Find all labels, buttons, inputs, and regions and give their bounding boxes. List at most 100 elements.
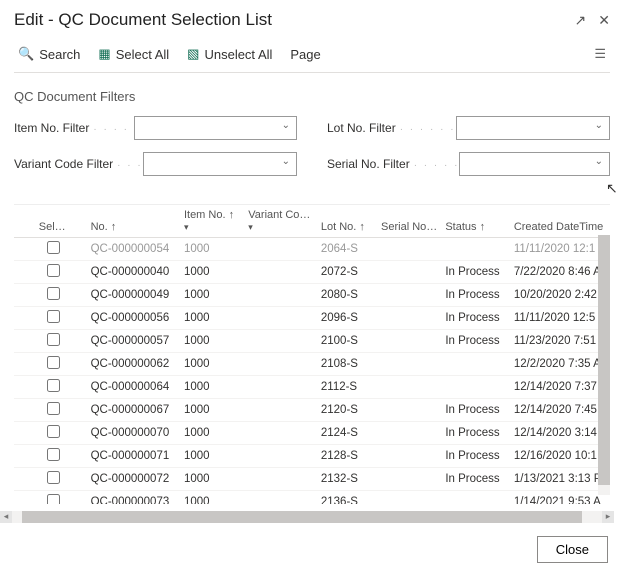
cell-created: 11/11/2020 12:5 [510,307,610,330]
row-checkbox[interactable] [47,448,60,461]
row-checkbox[interactable] [47,241,60,254]
row-menu-icon[interactable] [72,468,87,491]
chevron-down-icon: ⌄ [595,156,603,167]
scroll-right-icon[interactable]: ▸ [602,511,614,523]
cell-item-no: 1000 [180,468,244,491]
cell-serial [377,445,441,468]
table-row[interactable]: QC-000000040 1000 2072-S In Process 7/22… [14,261,610,284]
row-menu-icon[interactable] [72,445,87,468]
cell-no: QC-000000049 [87,284,180,307]
col-lot-no[interactable]: Lot No. ↑ [317,205,377,238]
cell-lot-no: 2080-S [317,284,377,307]
row-checkbox[interactable] [47,425,60,438]
col-serial[interactable]: Serial No. ↑ [377,205,441,238]
cell-created: 12/14/2020 3:14 [510,422,610,445]
row-menu-icon[interactable] [72,422,87,445]
table-row[interactable]: QC-000000064 1000 2112-S 12/14/2020 7:37 [14,376,610,399]
row-menu-icon[interactable] [72,376,87,399]
table-row[interactable]: QC-000000072 1000 2132-S In Process 1/13… [14,468,610,491]
cell-lot-no: 2136-S [317,491,377,505]
table-row[interactable]: QC-000000057 1000 2100-S In Process 11/2… [14,330,610,353]
select-all-icon: ▦ [98,46,110,62]
row-checkbox[interactable] [47,264,60,277]
scrollbar-thumb[interactable] [598,235,610,485]
row-checkbox[interactable] [47,287,60,300]
table-row[interactable]: QC-000000056 1000 2096-S In Process 11/1… [14,307,610,330]
data-grid[interactable]: Sele... No. ↑ Item No. ↑▾ Variant Code ↑… [14,205,610,504]
cell-created: 10/20/2020 2:42 [510,284,610,307]
cell-no: QC-000000064 [87,376,180,399]
row-menu-icon[interactable] [72,330,87,353]
table-row[interactable]: QC-000000067 1000 2120-S In Process 12/1… [14,399,610,422]
row-menu-icon[interactable] [72,238,87,261]
select-all-button[interactable]: ▦ Select All [98,46,169,62]
close-icon[interactable]: ✕ [598,12,610,29]
cell-status: In Process [441,307,509,330]
col-status[interactable]: Status ↑ [441,205,509,238]
table-row[interactable]: QC-000000054 1000 2064-S 11/11/2020 12:1 [14,238,610,261]
close-button[interactable]: Close [537,536,608,563]
cell-lot-no: 2072-S [317,261,377,284]
row-menu-icon[interactable] [72,284,87,307]
cell-created: 12/14/2020 7:45 [510,399,610,422]
table-row[interactable]: QC-000000049 1000 2080-S In Process 10/2… [14,284,610,307]
unselect-all-label: Unselect All [204,47,272,62]
row-checkbox[interactable] [47,356,60,369]
row-indicator [14,376,35,399]
cell-no: QC-000000056 [87,307,180,330]
cell-serial [377,261,441,284]
row-checkbox[interactable] [47,494,60,504]
cell-no: QC-000000073 [87,491,180,505]
row-checkbox[interactable] [47,379,60,392]
row-menu-icon[interactable] [72,399,87,422]
cell-no: QC-000000054 [87,238,180,261]
cell-no: QC-000000071 [87,445,180,468]
filter-icon: ▾ [248,222,313,233]
row-menu-icon[interactable] [72,491,87,505]
row-indicator [14,445,35,468]
cell-lot-no: 2096-S [317,307,377,330]
expand-icon[interactable]: ↗ [575,12,587,29]
col-variant[interactable]: Variant Code ↑▾ [244,205,317,238]
row-indicator [14,422,35,445]
page-menu[interactable]: Page [290,47,320,62]
horizontal-scrollbar[interactable]: ◂ ▸ [12,511,612,523]
col-item-no[interactable]: Item No. ↑▾ [180,205,244,238]
col-no[interactable]: No. ↑ [87,205,180,238]
row-indicator [14,238,35,261]
table-row[interactable]: QC-000000073 1000 2136-S 1/14/2021 9:53 … [14,491,610,505]
row-indicator [14,468,35,491]
row-checkbox[interactable] [47,402,60,415]
cell-variant [244,491,317,505]
row-checkbox[interactable] [47,471,60,484]
list-view-icon[interactable]: ☰ [594,46,606,62]
search-label: Search [39,47,80,62]
row-checkbox[interactable] [47,310,60,323]
cell-created: 1/14/2021 9:53 A [510,491,610,505]
cell-created: 11/23/2020 7:51 [510,330,610,353]
table-row[interactable]: QC-000000070 1000 2124-S In Process 12/1… [14,422,610,445]
cell-serial [377,468,441,491]
row-menu-icon[interactable] [72,261,87,284]
scrollbar-thumb[interactable] [22,511,582,523]
variant-code-filter-input[interactable]: ⌄ [143,152,297,176]
unselect-all-button[interactable]: ▧ Unselect All [187,46,272,62]
cell-lot-no: 2132-S [317,468,377,491]
table-row[interactable]: QC-000000062 1000 2108-S 12/2/2020 7:35 … [14,353,610,376]
variant-code-filter-label: Variant Code Filter [14,157,113,171]
lot-no-filter-input[interactable]: ⌄ [456,116,610,140]
serial-no-filter-input[interactable]: ⌄ [459,152,610,176]
row-checkbox[interactable] [47,333,60,346]
col-created[interactable]: Created DateTime [510,205,610,238]
cell-status: In Process [441,399,509,422]
table-row[interactable]: QC-000000071 1000 2128-S In Process 12/1… [14,445,610,468]
item-no-filter-input[interactable]: ⌄ [134,116,297,140]
search-button[interactable]: 🔍 Search [18,46,80,62]
scroll-left-icon[interactable]: ◂ [0,511,12,523]
col-select[interactable]: Sele... [35,205,72,238]
vertical-scrollbar[interactable] [598,235,610,495]
row-indicator [14,330,35,353]
cell-lot-no: 2064-S [317,238,377,261]
row-menu-icon[interactable] [72,353,87,376]
row-menu-icon[interactable] [72,307,87,330]
